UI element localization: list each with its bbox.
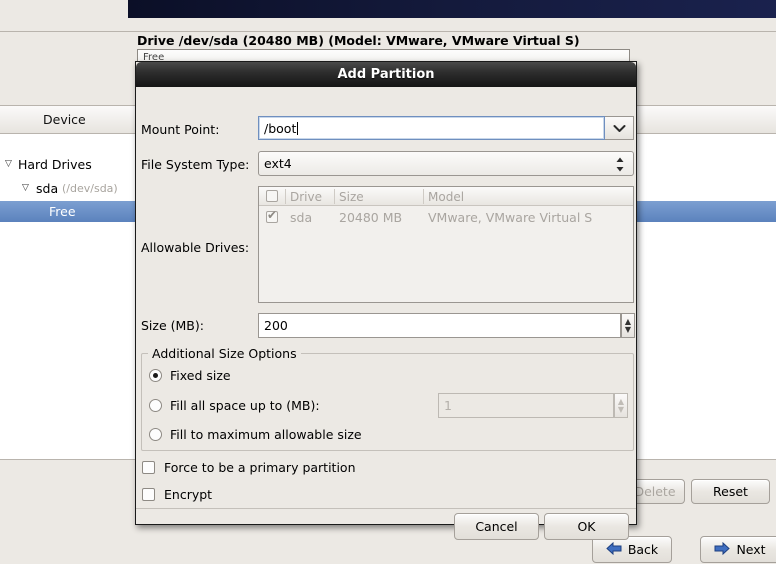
allowable-drives-table[interactable]: Drive Size Model sda 20480 MB VMware, VM… [258, 186, 634, 303]
expander-icon[interactable]: ▽ [5, 154, 12, 175]
radio-fill-all-space-label: Fill all space up to (MB): [170, 398, 320, 413]
force-primary-label: Force to be a primary partition [164, 460, 356, 475]
chevron-down-icon [613, 121, 626, 136]
encrypt-label: Encrypt [164, 487, 213, 502]
tree-label: Hard Drives [18, 157, 92, 172]
force-primary-checkbox[interactable] [142, 461, 155, 474]
stepper-down-icon[interactable]: ▼ [625, 325, 631, 334]
back-button-label: Back [627, 542, 659, 557]
ok-button-label: OK [577, 519, 596, 534]
expander-icon[interactable]: ▽ [22, 178, 29, 199]
back-button[interactable]: Back [592, 536, 672, 563]
device-column-label: Device [43, 112, 86, 127]
column-divider [334, 189, 335, 204]
drive-heading: Drive /dev/sda (20480 MB) (Model: VMware… [137, 33, 580, 48]
divider-top [0, 31, 776, 32]
drives-table-header: Drive Size Model [259, 187, 633, 206]
column-divider [423, 189, 424, 204]
dialog-title: Add Partition [337, 67, 435, 82]
additional-size-options-title: Additional Size Options [148, 346, 301, 361]
drive-name: sda [290, 210, 313, 225]
allowable-drives-label: Allowable Drives: [141, 240, 250, 255]
size-value: 200 [264, 318, 288, 333]
left-arrow-icon [606, 541, 622, 558]
mount-point-dropdown-button[interactable] [605, 116, 634, 140]
mount-point-value: /boot [264, 120, 297, 136]
next-button[interactable]: Next [700, 536, 776, 563]
reset-button-label: Reset [713, 484, 748, 499]
radio-fixed-size[interactable] [149, 369, 162, 382]
dialog-action-divider [136, 508, 636, 509]
radio-fill-to-maximum-label: Fill to maximum allowable size [170, 427, 362, 442]
fill-up-to-value: 1 [444, 398, 452, 413]
ok-button[interactable]: OK [544, 513, 629, 540]
file-system-type-value: ext4 [264, 156, 292, 171]
tree-device-path: (/dev/sda) [62, 182, 118, 195]
fill-up-to-stepper: ▲ ▼ [614, 393, 628, 418]
up-down-arrows-icon [615, 156, 625, 176]
fill-up-to-input: 1 [438, 393, 614, 418]
select-all-checkbox[interactable] [266, 190, 278, 202]
right-arrow-icon [714, 541, 731, 558]
installer-banner [128, 0, 776, 18]
cancel-button[interactable]: Cancel [454, 513, 539, 540]
tree-label: sda [36, 181, 59, 196]
size-label: Size (MB): [141, 318, 204, 333]
drive-model: VMware, VMware Virtual S [428, 210, 593, 225]
column-header-size: Size [339, 190, 364, 204]
dialog-body: Mount Point: /boot File System Type: ext… [136, 87, 636, 540]
size-stepper[interactable]: ▲ ▼ [621, 313, 635, 338]
file-system-type-select[interactable]: ext4 [258, 151, 634, 176]
next-button-label: Next [736, 542, 766, 557]
cancel-button-label: Cancel [475, 519, 518, 534]
mount-point-input[interactable]: /boot [258, 116, 605, 140]
add-partition-dialog: Add Partition Mount Point: /boot File Sy… [135, 61, 637, 540]
dialog-titlebar[interactable]: Add Partition [136, 62, 636, 87]
delete-button-label: Delete [634, 484, 676, 499]
encrypt-checkbox[interactable] [142, 488, 155, 501]
reset-button[interactable]: Reset [691, 479, 770, 504]
table-row[interactable]: sda 20480 MB VMware, VMware Virtual S [259, 206, 633, 229]
column-header-model: Model [428, 190, 465, 204]
text-caret [297, 121, 299, 135]
drive-size: 20480 MB [339, 210, 403, 225]
screen: Drive /dev/sda (20480 MB) (Model: VMware… [0, 0, 776, 564]
mount-point-label: Mount Point: [141, 122, 220, 137]
stepper-down-icon: ▼ [617, 404, 625, 414]
drive-row-checkbox[interactable] [266, 208, 278, 223]
radio-fill-to-maximum[interactable] [149, 428, 162, 441]
size-input[interactable]: 200 [258, 313, 621, 338]
radio-fill-all-space[interactable] [149, 399, 162, 412]
column-header-drive: Drive [290, 190, 322, 204]
column-divider [285, 189, 286, 204]
radio-fixed-size-label: Fixed size [170, 368, 231, 383]
file-system-type-label: File System Type: [141, 157, 250, 172]
tree-label: Free [49, 204, 76, 219]
